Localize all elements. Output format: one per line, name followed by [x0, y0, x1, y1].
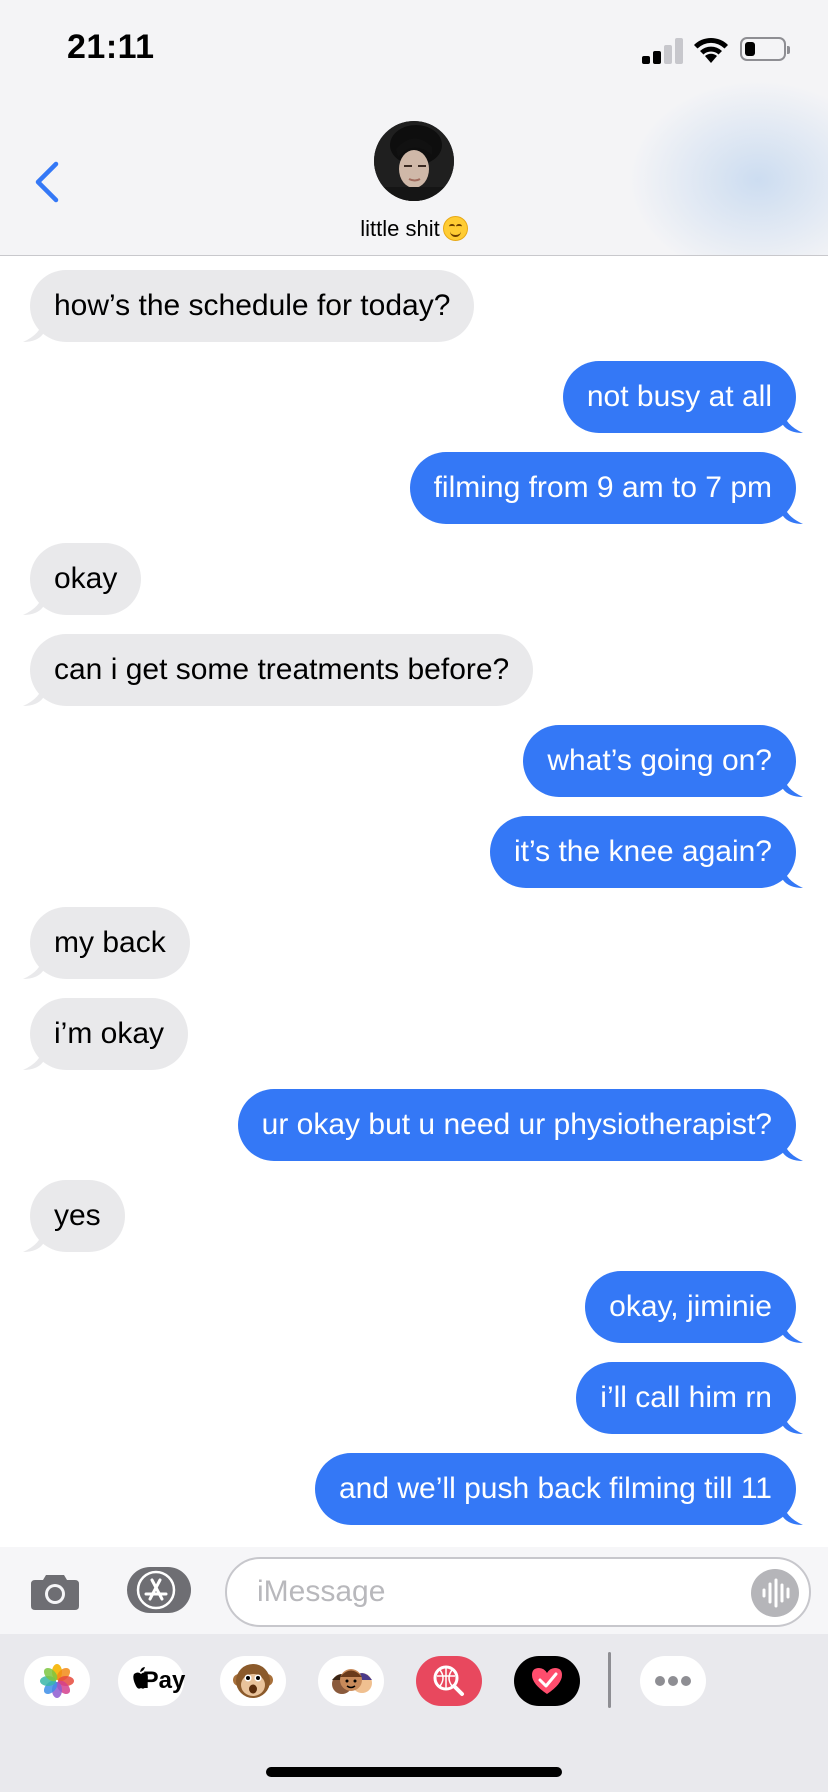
monkey-animoji-icon	[233, 1664, 273, 1698]
back-button[interactable]	[30, 160, 64, 204]
message-text: okay	[54, 562, 118, 595]
memoji-stickers-icon	[332, 1669, 372, 1694]
contact-name[interactable]: little shit	[0, 216, 828, 242]
chevron-left-icon	[35, 161, 59, 203]
app-store-button[interactable]	[127, 1567, 191, 1613]
avatar-photo	[374, 121, 454, 201]
memoji-button[interactable]	[318, 1656, 384, 1706]
smiling-face-emoji-icon	[442, 216, 468, 241]
message-text: yes	[54, 1199, 101, 1232]
bubble-tail	[783, 1503, 803, 1525]
message-text: okay, jiminie	[609, 1290, 772, 1323]
incoming-message-bubble[interactable]: i’m okay	[23, 998, 189, 1070]
bubble-tail	[783, 1321, 803, 1343]
battery-icon	[740, 37, 790, 61]
outgoing-message-bubble[interactable]: not busy at all	[562, 361, 803, 433]
more-apps-button[interactable]	[640, 1656, 706, 1706]
bubble-tail	[783, 775, 803, 797]
bubble-tail	[23, 957, 43, 979]
photos-app-button[interactable]	[24, 1656, 90, 1706]
message-text: i’m okay	[54, 1017, 165, 1050]
more-icon	[655, 1676, 691, 1686]
camera-icon	[31, 1575, 79, 1610]
bubble-tail	[783, 411, 803, 433]
status-icons	[642, 34, 792, 64]
digital-touch-heart-icon	[532, 1668, 562, 1694]
apple-pay-label: Pay	[142, 1667, 186, 1694]
incoming-message-bubble[interactable]: okay	[23, 543, 142, 615]
message-input-placeholder: iMessage	[257, 1575, 386, 1608]
animoji-button[interactable]	[220, 1656, 286, 1706]
bubble-tail	[783, 1139, 803, 1161]
waveform-icon	[762, 1578, 790, 1608]
bubble-tail	[23, 684, 43, 706]
conversation-header: 21:11 little shit	[0, 0, 828, 256]
cellular-signal-icon	[642, 34, 686, 64]
outgoing-message-bubble[interactable]: and we’ll push back filming till 11	[315, 1453, 803, 1525]
digital-touch-button[interactable]	[514, 1656, 580, 1706]
bubble-tail	[23, 1048, 43, 1070]
imessage-app-drawer: Pay	[0, 1634, 828, 1792]
incoming-message-bubble[interactable]: yes	[23, 1180, 125, 1252]
audio-message-button[interactable]	[751, 1569, 799, 1617]
message-text: filming from 9 am to 7 pm	[433, 471, 772, 504]
incoming-message-bubble[interactable]: my back	[23, 907, 190, 979]
wifi-icon	[694, 37, 728, 63]
outgoing-message-bubble[interactable]: it’s the knee again?	[490, 816, 803, 888]
outgoing-message-bubble[interactable]: ur okay but u need ur physiotherapist?	[237, 1089, 803, 1161]
outgoing-message-bubble[interactable]: filming from 9 am to 7 pm	[409, 452, 803, 524]
bubble-tail	[23, 593, 43, 615]
outgoing-message-bubble[interactable]: what’s going on?	[523, 725, 803, 797]
outgoing-message-bubble[interactable]: i’ll call him rn	[576, 1362, 803, 1434]
message-text: it’s the knee again?	[514, 835, 772, 868]
status-time: 21:11	[67, 28, 155, 66]
message-text: can i get some treatments before?	[54, 653, 510, 686]
bubble-tail	[783, 1412, 803, 1434]
bubble-tail	[23, 1230, 43, 1252]
outgoing-message-bubble[interactable]: okay, jiminie	[585, 1271, 803, 1343]
home-indicator[interactable]	[266, 1767, 562, 1777]
message-text: ur okay but u need ur physiotherapist?	[261, 1108, 772, 1141]
camera-button[interactable]	[30, 1571, 80, 1611]
message-text: my back	[54, 926, 166, 959]
bubble-tail	[23, 320, 43, 342]
app-store-icon	[136, 1570, 176, 1610]
message-text: and we’ll push back filming till 11	[339, 1472, 772, 1505]
message-text: not busy at all	[586, 380, 772, 413]
message-text: what’s going on?	[547, 744, 772, 777]
message-text: how’s the schedule for today?	[54, 289, 451, 322]
message-list[interactable]: how’s the schedule for today? not busy at…	[0, 256, 828, 1546]
app-strip-divider	[608, 1652, 611, 1708]
incoming-message-bubble[interactable]: how’s the schedule for today?	[23, 270, 475, 342]
contact-avatar[interactable]	[374, 121, 454, 201]
apple-pay-button[interactable]: Pay	[118, 1656, 185, 1706]
message-composer: iMessage	[0, 1547, 828, 1634]
bubble-tail	[783, 502, 803, 524]
web-images-button[interactable]	[416, 1656, 482, 1706]
incoming-message-bubble[interactable]: can i get some treatments before?	[23, 634, 534, 706]
message-input[interactable]: iMessage	[225, 1557, 811, 1627]
web-search-icon	[433, 1665, 464, 1696]
photos-icon	[40, 1664, 74, 1698]
message-text: i’ll call him rn	[600, 1381, 772, 1414]
contact-name-label: little shit	[360, 216, 440, 241]
bubble-tail	[783, 866, 803, 888]
